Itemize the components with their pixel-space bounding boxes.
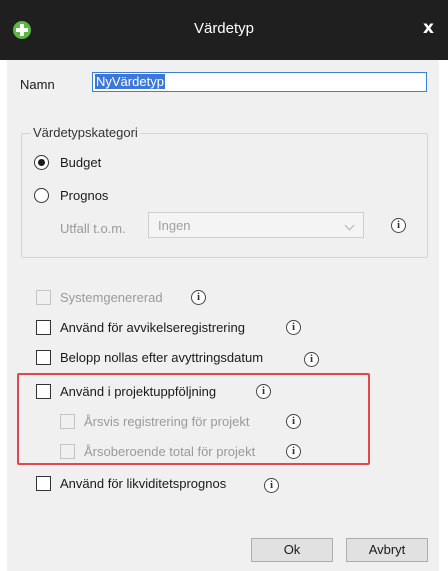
projektuppfoljning-label: Använd i projektuppföljning: [60, 384, 217, 399]
belopp-label: Belopp nollas efter avyttringsdatum: [60, 350, 264, 365]
prognos-radio[interactable]: [34, 188, 49, 203]
avvikelse-label: Använd för avvikelseregistrering: [60, 320, 245, 335]
name-input[interactable]: NyVärdetyp: [92, 72, 427, 92]
info-icon[interactable]: i: [264, 478, 279, 493]
avvikelse-checkbox[interactable]: [36, 320, 51, 335]
belopp-checkbox[interactable]: [36, 350, 51, 365]
window-title: Värdetyp: [193, 20, 255, 37]
projektuppfoljning-checkbox[interactable]: [36, 384, 51, 399]
prognos-label: Prognos: [60, 188, 109, 203]
info-icon[interactable]: i: [391, 218, 406, 233]
info-icon[interactable]: i: [256, 384, 271, 399]
cancel-button[interactable]: Avbryt: [346, 538, 428, 562]
budget-label: Budget: [60, 155, 102, 170]
close-button[interactable]: x: [423, 18, 434, 38]
arsoberoende-label: Årsoberoende total för projekt: [84, 444, 256, 459]
info-icon[interactable]: i: [191, 290, 206, 305]
utfall-label: Utfall t.o.m.: [60, 221, 126, 236]
name-value: NyVärdetyp: [95, 74, 165, 89]
budget-radio[interactable]: [34, 155, 49, 170]
name-label: Namn: [20, 77, 55, 92]
systemgenererad-label: Systemgenererad: [60, 290, 163, 305]
likviditet-label: Använd för likviditetsprognos: [60, 476, 227, 491]
chevron-down-icon: [344, 220, 355, 231]
info-icon[interactable]: i: [286, 414, 301, 429]
arsvis-label: Årsvis registrering för projekt: [84, 414, 250, 429]
systemgenererad-checkbox[interactable]: [36, 290, 51, 305]
arsoberoende-checkbox[interactable]: [60, 444, 75, 459]
info-icon[interactable]: i: [286, 444, 301, 459]
utfall-combobox[interactable]: Ingen: [148, 212, 364, 238]
category-group-title: Värdetypskategori: [31, 125, 140, 140]
title-bar: Värdetyp x: [0, 0, 448, 60]
ok-button[interactable]: Ok: [251, 538, 333, 562]
dialog-body: Namn NyVärdetyp Värdetypskategori Budget…: [7, 60, 439, 571]
info-icon[interactable]: i: [304, 352, 319, 367]
utfall-value: Ingen: [158, 218, 191, 233]
arsvis-checkbox[interactable]: [60, 414, 75, 429]
likviditet-checkbox[interactable]: [36, 476, 51, 491]
info-icon[interactable]: i: [286, 320, 301, 335]
